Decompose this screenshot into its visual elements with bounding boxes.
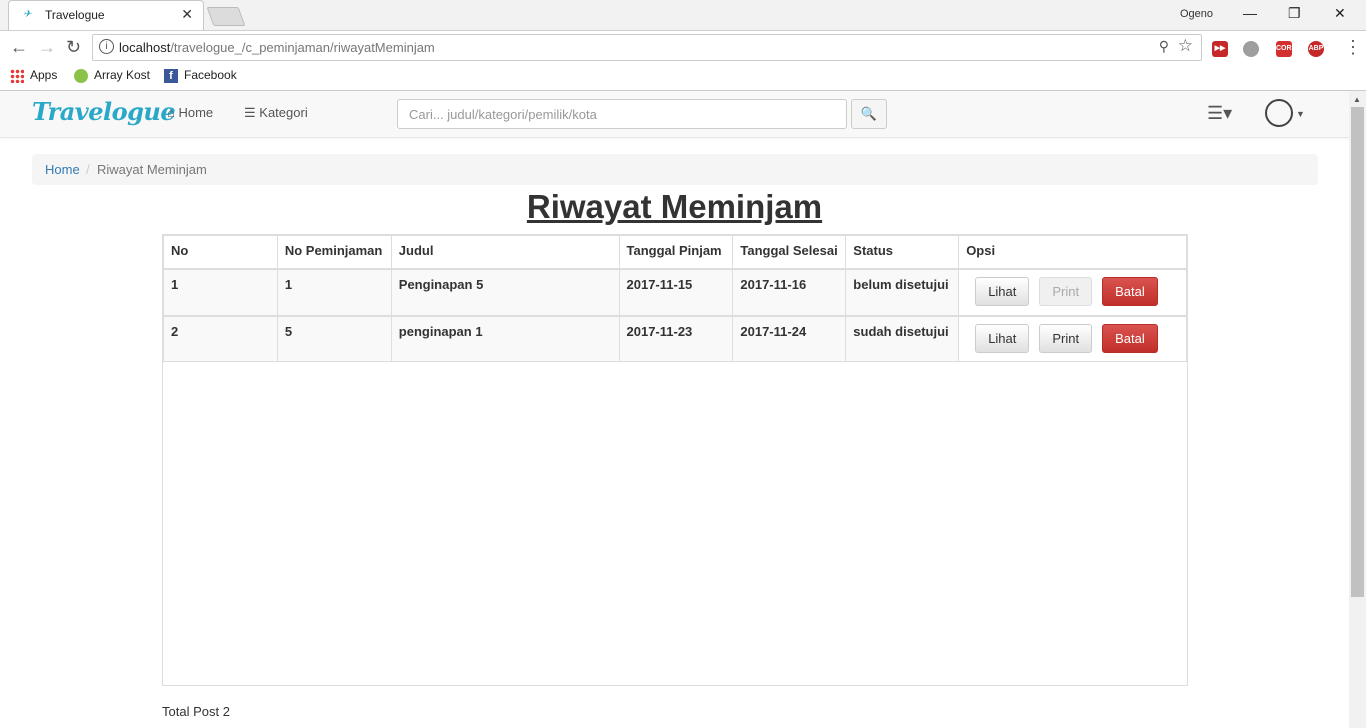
cell-no-peminjaman: 5 — [276, 315, 392, 362]
cell-no-peminjaman: 1 — [276, 268, 392, 317]
restore-icon[interactable]: ❐ — [1288, 5, 1301, 22]
browser-menu-icon[interactable]: ⋮ — [1344, 37, 1362, 58]
history-table-container: No No Peminjaman Judul Tanggal Pinjam Ta… — [162, 234, 1188, 686]
site-navbar: Travelogue ⌂ Home ☰ Kategori 🔍 ☰▾ ▼ — [0, 91, 1349, 138]
cell-tanggal-selesai: 2017-11-24 — [732, 315, 847, 362]
nav-kategori[interactable]: ☰ Kategori — [244, 105, 308, 121]
bookmark-array-kost[interactable]: Array Kost — [74, 68, 150, 83]
profile-name[interactable]: Ogeno — [1180, 8, 1213, 20]
adblock-extension-icon[interactable]: ABP — [1308, 41, 1324, 57]
browser-tab[interactable]: ✈ Travelogue ✕ — [8, 0, 204, 30]
chevron-down-icon[interactable]: ▼ — [1296, 109, 1305, 119]
zoom-icon[interactable]: ⚲ — [1159, 38, 1169, 55]
cell-status: belum disetujui — [845, 268, 960, 317]
cell-tanggal-pinjam: 2017-11-15 — [618, 268, 734, 317]
breadcrumb-home-link[interactable]: Home — [45, 162, 80, 177]
page-scrollbar[interactable]: ▲ — [1349, 91, 1366, 728]
header-no-peminjaman: No Peminjaman — [276, 235, 392, 270]
header-judul: Judul — [390, 235, 620, 270]
apps-grid-icon — [10, 68, 24, 83]
search-icon: 🔍 — [860, 106, 878, 121]
page-title: Riwayat Meminjam — [526, 188, 823, 225]
history-table: No No Peminjaman Judul Tanggal Pinjam Ta… — [163, 235, 1187, 362]
minimize-icon[interactable]: — — [1243, 5, 1257, 21]
bookmark-facebook[interactable]: f Facebook — [164, 68, 237, 83]
list-icon: ☰ — [244, 105, 256, 120]
breadcrumb-separator: / — [86, 162, 90, 177]
travelogue-logo[interactable]: Travelogue — [32, 97, 176, 126]
browser-toolbar: ← → ↻ i localhost/travelogue_/c_peminjam… — [0, 30, 1366, 65]
scrollbar-thumb[interactable] — [1351, 107, 1364, 597]
cell-judul: Penginapan 5 — [390, 268, 620, 317]
travelogue-favicon-icon: ✈ — [23, 9, 32, 20]
lihat-button[interactable]: Lihat — [975, 324, 1030, 353]
extension-gray-icon[interactable] — [1243, 41, 1259, 57]
breadcrumb: Home / Riwayat Meminjam — [32, 154, 1318, 185]
cell-judul: penginapan 1 — [390, 315, 620, 362]
new-tab-button[interactable] — [206, 7, 246, 26]
header-tanggal-selesai: Tanggal Selesai — [732, 235, 847, 270]
nav-home[interactable]: ⌂ Home — [167, 105, 213, 120]
close-window-icon[interactable]: ✕ — [1334, 5, 1346, 22]
batal-button[interactable]: Batal — [1102, 324, 1158, 353]
search-button[interactable]: 🔍 — [851, 99, 887, 129]
tab-close-icon[interactable]: ✕ — [181, 6, 193, 23]
bookmark-apps[interactable]: Apps — [10, 68, 57, 83]
url-text[interactable]: localhost/travelogue_/c_peminjaman/riway… — [119, 40, 435, 55]
lihat-button[interactable]: Lihat — [975, 277, 1030, 306]
print-button[interactable]: Print — [1039, 324, 1093, 353]
breadcrumb-current: Riwayat Meminjam — [97, 162, 207, 177]
reload-icon[interactable]: ↻ — [66, 37, 81, 58]
cell-no: 1 — [163, 268, 278, 317]
bookmarks-bar: Apps Array Kost f Facebook — [0, 64, 1366, 91]
table-row: 2 5 penginapan 1 2017-11-23 2017-11-24 s… — [163, 315, 1187, 362]
cell-tanggal-selesai: 2017-11-16 — [732, 268, 847, 317]
table-header-row: No No Peminjaman Judul Tanggal Pinjam Ta… — [163, 235, 1187, 270]
header-status: Status — [845, 235, 960, 270]
user-avatar-icon[interactable] — [1265, 99, 1293, 127]
bookmark-star-icon[interactable]: ☆ — [1178, 36, 1193, 56]
cell-no: 2 — [163, 315, 278, 362]
print-button[interactable]: Print — [1039, 277, 1093, 306]
cell-tanggal-pinjam: 2017-11-23 — [618, 315, 734, 362]
menu-dropdown-icon[interactable]: ☰▾ — [1207, 103, 1232, 124]
table-row: 1 1 Penginapan 5 2017-11-15 2017-11-16 b… — [163, 268, 1187, 317]
cell-status: sudah disetujui — [845, 315, 960, 362]
cors-extension-icon[interactable]: CORS — [1276, 41, 1296, 57]
cell-opsi: Lihat Print Batal — [958, 315, 1187, 362]
search-input[interactable] — [397, 99, 847, 129]
home-icon: ⌂ — [167, 105, 175, 120]
back-icon[interactable]: ← — [10, 37, 28, 58]
scroll-up-icon[interactable]: ▲ — [1353, 95, 1361, 104]
browser-tabbar: ✈ Travelogue ✕ Ogeno — ❐ ✕ — [0, 0, 1366, 30]
batal-button[interactable]: Batal — [1102, 277, 1158, 306]
forward-icon[interactable]: → — [38, 37, 56, 58]
address-bar[interactable]: i localhost/travelogue_/c_peminjaman/riw… — [92, 34, 1202, 61]
total-post-text: Total Post 2 — [162, 704, 230, 719]
facebook-icon: f — [164, 68, 178, 83]
header-no: No — [163, 235, 278, 270]
header-tanggal-pinjam: Tanggal Pinjam — [618, 235, 734, 270]
info-icon[interactable]: i — [99, 39, 114, 54]
header-opsi: Opsi — [958, 235, 1187, 270]
tab-title: Travelogue — [45, 8, 105, 22]
cell-opsi: Lihat Print Batal — [958, 268, 1187, 317]
extension-red-icon[interactable]: ▶▶ — [1212, 41, 1228, 57]
array-kost-icon — [74, 68, 88, 83]
